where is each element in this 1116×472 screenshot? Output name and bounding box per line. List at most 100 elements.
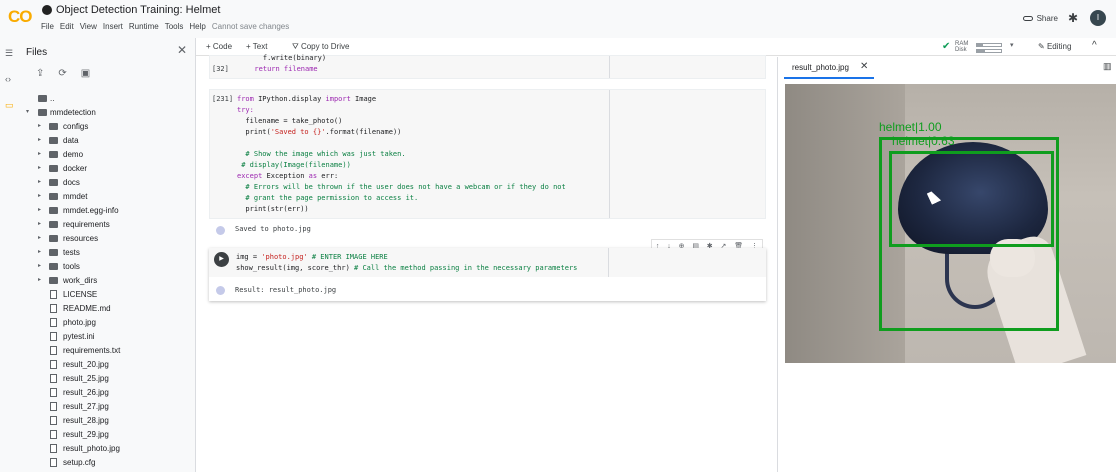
tree-item-file[interactable]: result_28.jpg xyxy=(22,414,196,428)
tree-item-folder[interactable]: ▸ docker xyxy=(22,162,196,176)
tree-item-file[interactable]: result_20.jpg xyxy=(22,358,196,372)
code-editor[interactable]: img = 'photo.jpg' # ENTER IMAGE HERE sho… xyxy=(236,252,577,274)
refresh-folder-icon[interactable]: ⟳ xyxy=(58,68,66,79)
tree-item-folder[interactable]: ▸ tests xyxy=(22,246,196,260)
code-editor[interactable]: f.write(binary) return filename xyxy=(246,53,326,75)
code-token: 'Saved to {}' xyxy=(270,128,326,136)
tree-item-folder[interactable]: ▸ resources xyxy=(22,232,196,246)
toc-icon[interactable]: ☰ xyxy=(5,48,13,59)
avatar[interactable]: I xyxy=(1090,10,1106,26)
tree-item-folder[interactable]: ▸ demo xyxy=(22,148,196,162)
chevron-icon[interactable]: ▸ xyxy=(38,262,41,269)
tree-item-folder[interactable]: ▸ requirements xyxy=(22,218,196,232)
editing-button[interactable]: ✎ Editing xyxy=(1038,42,1071,51)
chevron-icon[interactable]: ▸ xyxy=(38,220,41,227)
viewer-tab[interactable]: result_photo.jpg xyxy=(792,63,849,72)
add-code-button[interactable]: + Code xyxy=(206,42,232,51)
add-text-button[interactable]: + Text xyxy=(246,42,267,51)
tree-item-file[interactable]: requirements.txt xyxy=(22,344,196,358)
image-viewer-panel: result_photo.jpg ✕ ▥ helmet|1.00 helmet|… xyxy=(777,57,1116,472)
notebook-title[interactable]: Object Detection Training: Helmet xyxy=(56,4,220,16)
tree-item-label: .. xyxy=(50,94,55,103)
code-cell[interactable]: [231] from IPython.display import Image … xyxy=(209,89,766,219)
resources-indicator[interactable]: ✔ RAM Disk ▾ xyxy=(942,40,1032,54)
tree-item-file[interactable]: result_photo.jpg xyxy=(22,442,196,456)
close-icon[interactable]: ✕ xyxy=(177,43,187,57)
tree-item-file[interactable]: result_29.jpg xyxy=(22,428,196,442)
save-status: Cannot save changes xyxy=(211,22,290,31)
chevron-icon[interactable]: ▸ xyxy=(38,192,41,199)
menu-tools[interactable]: Tools xyxy=(165,22,184,31)
tree-item-file[interactable]: README.md xyxy=(22,302,196,316)
copy-to-drive-button[interactable]: ⛛ Copy to Drive xyxy=(292,42,349,52)
tree-item-file[interactable]: LICENSE xyxy=(22,288,196,302)
tree-item-file[interactable]: photo.jpg xyxy=(22,316,196,330)
chevron-icon[interactable]: ▸ xyxy=(38,150,41,157)
tree-item-folder[interactable]: ▸ work_dirs xyxy=(22,274,196,288)
menu-help[interactable]: Help xyxy=(189,22,205,31)
menu-file[interactable]: File xyxy=(41,22,54,31)
tree-item-file[interactable]: result_26.jpg xyxy=(22,386,196,400)
tree-item-folder[interactable]: ▸ docs xyxy=(22,176,196,190)
tree-item-folder[interactable]: ▸ mmdet xyxy=(22,190,196,204)
tree-item-parent[interactable]: .. xyxy=(22,92,196,106)
mount-drive-icon[interactable]: ▣ xyxy=(81,68,90,79)
tree-item-folder[interactable]: ▸ tools xyxy=(22,260,196,274)
tree-item-folder[interactable]: ▾ mmdetection xyxy=(22,106,196,120)
chevron-icon[interactable]: ▸ xyxy=(38,178,41,185)
code-comment: # display(Image(filename)) xyxy=(237,161,351,169)
chevron-icon[interactable]: ▸ xyxy=(38,136,41,143)
collapse-header-icon[interactable]: ^ xyxy=(1092,40,1097,51)
tree-item-label: pytest.ini xyxy=(63,332,95,341)
code-line: try: xyxy=(237,106,254,114)
menu-view[interactable]: View xyxy=(80,22,97,31)
chevron-icon[interactable]: ▸ xyxy=(38,206,41,213)
close-tab-icon[interactable]: ✕ xyxy=(860,61,868,72)
ruler-line xyxy=(609,90,610,218)
menu-runtime[interactable]: Runtime xyxy=(129,22,159,31)
menu-edit[interactable]: Edit xyxy=(60,22,74,31)
chevron-icon[interactable]: ▸ xyxy=(38,234,41,241)
code-snippets-icon[interactable]: ‹› xyxy=(5,74,11,84)
tree-item-label: mmdetection xyxy=(50,108,96,117)
chevron-down-icon[interactable]: ▾ xyxy=(1010,41,1014,49)
copy-to-drive-label: Copy to Drive xyxy=(300,42,350,51)
disk-bar-fill xyxy=(977,50,986,52)
output-icon[interactable] xyxy=(216,226,225,235)
result-photo: helmet|1.00 helmet|0.63 xyxy=(785,84,1116,363)
chevron-icon[interactable]: ▸ xyxy=(38,276,41,283)
chevron-icon[interactable]: ▸ xyxy=(38,122,41,129)
code-cell-active[interactable]: ▶ img = 'photo.jpg' # ENTER IMAGE HERE s… xyxy=(209,248,766,301)
tree-item-file[interactable]: setup.cfg xyxy=(22,456,196,470)
upload-icon[interactable]: ⇪ xyxy=(36,68,44,79)
tree-item-label: setup.cfg xyxy=(63,458,96,467)
code-line: return filename xyxy=(246,65,318,73)
code-editor[interactable]: from IPython.display import Image try: f… xyxy=(237,94,566,215)
tree-item-label: demo xyxy=(63,150,84,159)
tree-item-folder[interactable]: ▸ configs xyxy=(22,120,196,134)
code-token: 'photo.jpg' xyxy=(261,253,308,261)
run-cell-button[interactable]: ▶ xyxy=(214,252,229,267)
output-icon[interactable] xyxy=(216,286,225,295)
cell-output: Result: result_photo.jpg xyxy=(235,286,337,294)
tree-item-file[interactable]: result_27.jpg xyxy=(22,400,196,414)
code-cell[interactable]: [32] f.write(binary) return filename xyxy=(209,53,766,79)
chevron-icon[interactable]: ▾ xyxy=(26,108,29,115)
gear-icon[interactable]: ✱ xyxy=(1068,11,1078,25)
folder-icon xyxy=(49,207,58,214)
tree-item-folder[interactable]: ▸ mmdet.egg-info xyxy=(22,204,196,218)
tree-item-label: result_photo.jpg xyxy=(63,444,120,453)
code-comment: # Show the image which was just taken. xyxy=(237,150,406,158)
chevron-icon[interactable]: ▸ xyxy=(38,248,41,255)
colab-logo[interactable]: CO xyxy=(8,7,32,27)
share-button[interactable]: Share xyxy=(1022,14,1058,23)
tree-item-file[interactable]: pytest.ini xyxy=(22,330,196,344)
tree-item-label: result_29.jpg xyxy=(63,430,109,439)
tree-item-file[interactable]: result_25.jpg xyxy=(22,372,196,386)
tree-item-folder[interactable]: ▸ data xyxy=(22,134,196,148)
notebook-area: [32] f.write(binary) return filename [23… xyxy=(196,53,776,472)
layout-icon[interactable]: ▥ xyxy=(1103,61,1112,72)
menu-insert[interactable]: Insert xyxy=(103,22,123,31)
files-icon[interactable]: ▭ xyxy=(5,100,14,111)
chevron-icon[interactable]: ▸ xyxy=(38,164,41,171)
